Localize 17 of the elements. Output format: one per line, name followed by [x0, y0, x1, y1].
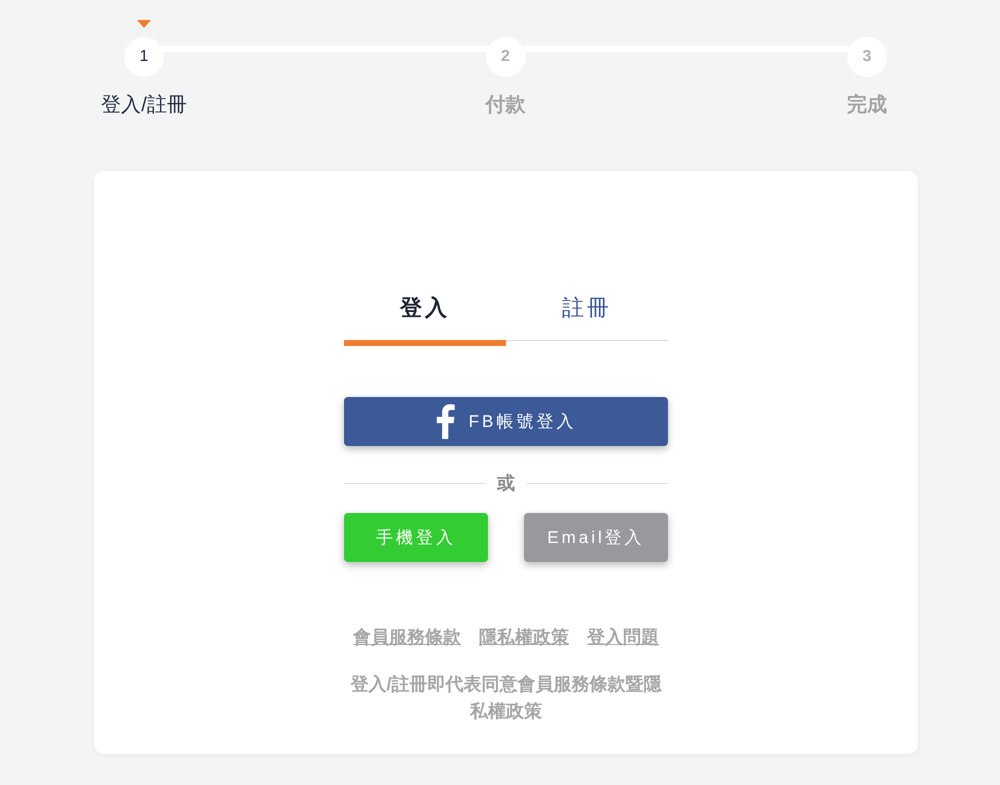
- terms-note: 登入/註冊即代表同意會員服務條款暨隱私權政策: [349, 673, 663, 723]
- footer-link[interactable]: 會員服務條款: [353, 625, 461, 649]
- step-number: 2: [486, 37, 526, 77]
- footer-link[interactable]: 隱私權政策: [479, 625, 569, 649]
- footer-link[interactable]: 登入問題: [587, 625, 659, 649]
- phone-login-button[interactable]: 手機登入: [344, 513, 488, 562]
- facebook-login-button[interactable]: FB帳號登入: [344, 397, 668, 446]
- tab[interactable]: 註冊: [506, 293, 668, 341]
- step-label: 登入/註冊: [101, 93, 187, 118]
- step-number: 3: [847, 37, 887, 77]
- tab[interactable]: 登入: [344, 293, 506, 346]
- step-label: 付款: [486, 93, 526, 118]
- email-login-button[interactable]: Email登入: [524, 513, 668, 562]
- step-label: 完成: [847, 92, 887, 118]
- step-number: 1: [124, 37, 164, 77]
- or-divider-text: 或: [497, 472, 515, 494]
- f-logo-icon: [436, 404, 455, 439]
